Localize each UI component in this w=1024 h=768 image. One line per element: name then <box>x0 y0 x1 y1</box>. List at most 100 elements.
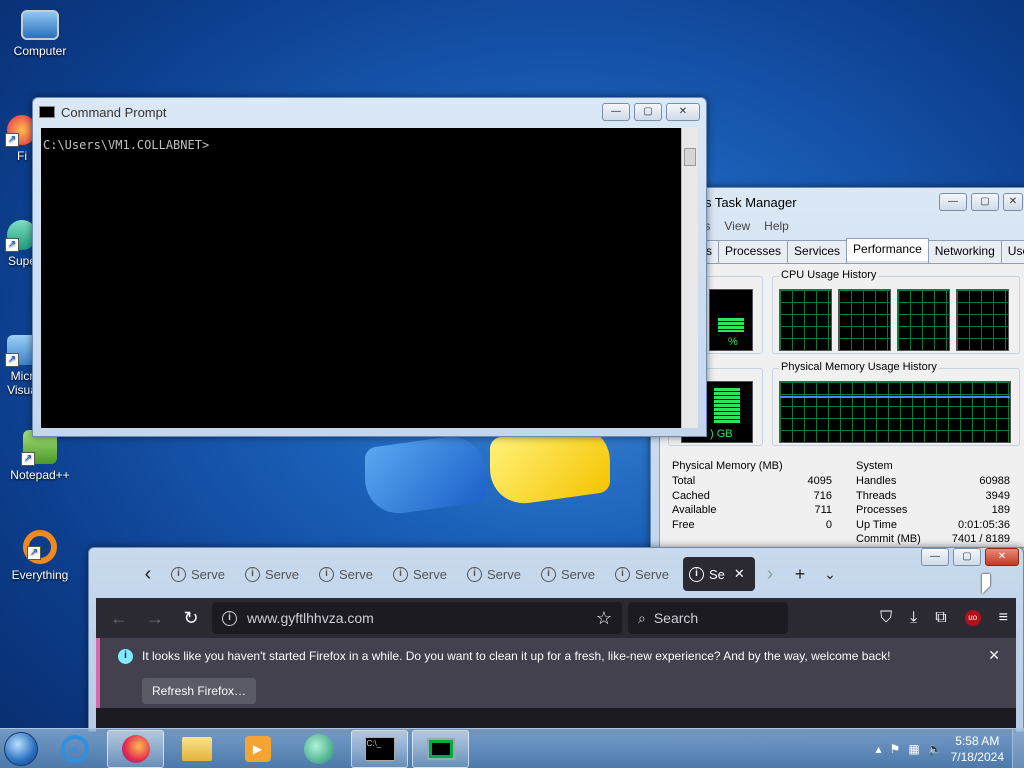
stat-value: 0 <box>825 518 832 531</box>
tab-label: Serve <box>561 566 595 582</box>
list-all-tabs-button[interactable]: ⌄ <box>815 566 845 583</box>
physical-memory-title: Physical Memory (MB) <box>672 460 783 472</box>
performance-panel: sage % CPU Usage History y ) GB Physical… <box>659 263 1024 548</box>
firefox-icon <box>121 734 150 763</box>
browser-tab[interactable]: i Serve <box>461 557 535 591</box>
stat-value: 60988 <box>979 475 1010 487</box>
close-button[interactable]: ✕ <box>1003 193 1023 211</box>
network-icon[interactable]: ▦ <box>908 742 919 756</box>
tab-label: Serve <box>265 566 299 582</box>
forward-button[interactable]: → <box>140 608 170 629</box>
tab-label: Serve <box>635 566 669 582</box>
stat-value: 189 <box>991 504 1010 516</box>
volume-muted-icon[interactable]: 🔈 <box>928 742 943 756</box>
url-bar[interactable]: i www.gyftlhhvza.com ☆ <box>212 602 622 634</box>
browser-tab[interactable]: i Serve <box>313 557 387 591</box>
taskbar-taskmgr[interactable] <box>412 729 469 768</box>
cmd-titlebar[interactable]: Command Prompt — ▢ ✕ <box>33 98 706 126</box>
close-tab-icon[interactable]: ✕ <box>734 566 745 582</box>
refresh-firefox-button[interactable]: Refresh Firefox… <box>142 678 257 704</box>
taskbar-ie[interactable]: e <box>46 730 103 768</box>
cpu-history-graph-core-3 <box>897 289 950 351</box>
browser-tab[interactable]: i Serve <box>239 557 313 591</box>
desktop-icon-everything[interactable]: ↗ Everything <box>2 530 78 582</box>
stat-value: 4095 <box>807 475 832 487</box>
cpu-history-graph-core-1 <box>779 289 832 351</box>
reload-button[interactable]: ↻ <box>176 608 206 629</box>
back-button[interactable]: ← <box>104 608 134 629</box>
notification-close-icon[interactable]: ✕ <box>988 647 1000 664</box>
everything-search-icon: ↗ <box>23 530 57 564</box>
cpu-history-graph-core-2 <box>838 289 891 351</box>
tab-networking[interactable]: Networking <box>927 240 1002 263</box>
stat-key: Total <box>672 475 696 487</box>
info-icon: i <box>319 566 334 582</box>
system-title: System <box>856 460 893 472</box>
shortcut-arrow-icon: ↗ <box>5 353 19 367</box>
tab-services[interactable]: Services <box>787 240 848 263</box>
minimize-button[interactable]: — <box>939 193 967 211</box>
taskbar: e ▶ C:\_ ▴ ⚑ ▦ 🔈 5:58 AM 7/18/2024 <box>0 728 1024 768</box>
shortcut-arrow-icon: ↗ <box>27 546 41 560</box>
desktop-icon-computer[interactable]: Computer <box>2 10 78 58</box>
search-placeholder: Search <box>653 610 699 626</box>
search-bar[interactable]: ⌕ Search <box>628 602 788 634</box>
browser-tab-active[interactable]: i Se ✕ <box>683 557 755 591</box>
tab-processes[interactable]: Processes <box>718 240 789 263</box>
show-desktop-button[interactable] <box>1012 728 1024 768</box>
firefox-navbar: ← → ↻ i www.gyftlhhvza.com ☆ ⌕ Search ⛉ … <box>96 598 1016 638</box>
menu-help[interactable]: Help <box>764 219 789 233</box>
maximize-button[interactable]: ▢ <box>953 548 981 566</box>
tab-performance[interactable]: Performance <box>846 238 929 261</box>
taskbar-media-player[interactable]: ▶ <box>229 730 286 768</box>
browser-tab[interactable]: i Serve <box>609 557 683 591</box>
new-tab-button[interactable]: + <box>785 564 815 585</box>
tab-scroll-right-button[interactable]: › <box>755 563 785 586</box>
desktop-icon-label: Computer <box>13 44 67 58</box>
clock[interactable]: 5:58 AM 7/18/2024 <box>951 733 1004 765</box>
browser-tab[interactable]: i Serve <box>387 557 461 591</box>
taskbar-firefox[interactable] <box>107 729 164 768</box>
taskbar-app[interactable] <box>290 730 347 768</box>
stat-key: Processes <box>856 504 908 516</box>
close-button[interactable]: ✕ <box>666 103 700 121</box>
ublock-origin-icon[interactable]: uo <box>964 610 981 626</box>
close-button[interactable]: ✕ <box>985 548 1019 566</box>
windows-orb-icon <box>4 731 38 766</box>
taskbar-explorer[interactable] <box>168 730 225 768</box>
maximize-button[interactable]: ▢ <box>634 103 662 121</box>
stat-row: Available 711 <box>672 504 832 519</box>
bookmark-star-icon[interactable]: ☆ <box>596 608 612 629</box>
computer-icon <box>21 10 59 40</box>
taskbar-cmd[interactable]: C:\_ <box>351 729 408 768</box>
show-hidden-icons-icon[interactable]: ▴ <box>876 742 882 756</box>
pocket-icon[interactable]: ⛉ <box>880 609 892 627</box>
site-info-icon[interactable]: i <box>222 610 237 626</box>
stat-value: 716 <box>813 489 832 502</box>
command-prompt-window: Command Prompt — ▢ ✕ C:\Users\VM1.COLLAB… <box>32 97 707 437</box>
minimize-button[interactable]: — <box>602 103 630 121</box>
menu-hamburger-icon[interactable]: ≡ <box>999 609 1008 627</box>
desktop-icon-notepadpp[interactable]: ↗ Notepad++ <box>2 430 78 482</box>
minimize-button[interactable]: — <box>921 548 949 566</box>
windows-wallpaper-logo <box>355 420 635 550</box>
tab-scroll-left-button[interactable]: ‹ <box>131 563 165 586</box>
action-center-flag-icon[interactable]: ⚑ <box>890 742 901 756</box>
maximize-button[interactable]: ▢ <box>971 193 999 211</box>
extensions-icon[interactable]: ⧉ <box>935 609 946 627</box>
shortcut-arrow-icon: ↗ <box>5 238 19 252</box>
cmd-console[interactable]: C:\Users\VM1.COLLABNET> <box>41 128 681 428</box>
cmd-icon: C:\_ <box>364 736 395 761</box>
tab-label: Serve <box>191 566 225 582</box>
cmd-scrollbar[interactable] <box>681 128 698 428</box>
tab-users[interactable]: Users <box>1000 240 1024 263</box>
system-tray: ▴ ⚑ ▦ 🔈 5:58 AM 7/18/2024 <box>876 733 1012 765</box>
browser-tab[interactable]: i Serve <box>165 557 239 591</box>
downloads-icon[interactable]: ⤓ <box>910 609 917 627</box>
menu-view[interactable]: View <box>724 219 750 233</box>
physical-memory-stats: Physical Memory (MB) Total 4095 Cached 716… <box>672 460 832 533</box>
scrollbar-thumb[interactable] <box>684 148 696 166</box>
window-title: Command Prompt <box>61 104 167 120</box>
start-button[interactable] <box>0 729 42 768</box>
browser-tab[interactable]: i Serve <box>535 557 609 591</box>
